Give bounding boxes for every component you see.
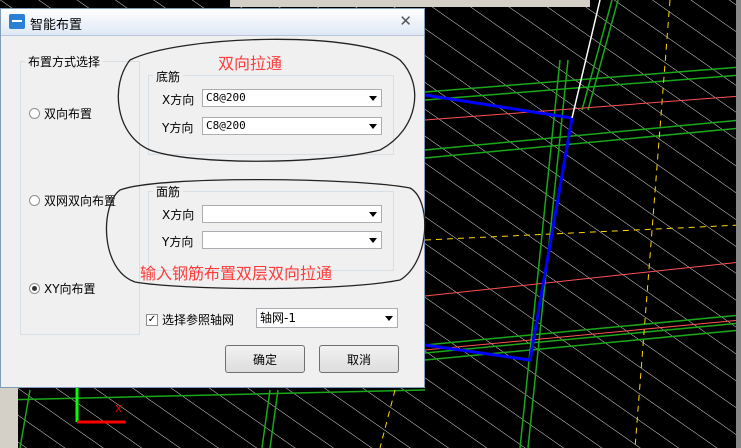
dialog-title: 智能布置 xyxy=(30,18,83,33)
top-rebar-label: 面筋 xyxy=(153,183,184,200)
chevron-down-icon[interactable] xyxy=(369,212,377,217)
bottom-x-value: C8@200 xyxy=(206,91,246,104)
ref-axis-checkbox[interactable]: ✓ 选择参照轴网 xyxy=(146,311,234,328)
close-icon[interactable]: ✕ xyxy=(399,12,412,30)
bottom-y-combo[interactable]: C8@200 xyxy=(202,117,382,135)
axis-select[interactable]: 轴网-1 xyxy=(256,308,398,328)
smart-layout-dialog: 智能布置 ✕ 布置方式选择 双向布置 双网双向布置 XY向布置 底筋 X方向 C… xyxy=(0,8,425,388)
svg-text:X: X xyxy=(115,404,122,415)
chevron-down-icon[interactable] xyxy=(369,124,377,129)
bottom-rebar-label: 底筋 xyxy=(153,68,184,85)
top-y-label: Y方向 xyxy=(162,235,194,249)
radio-xy[interactable]: XY向布置 xyxy=(29,280,96,297)
ok-button[interactable]: 确定 xyxy=(225,345,305,373)
top-y-combo[interactable] xyxy=(202,231,382,249)
radio-xy-dot[interactable] xyxy=(29,283,40,294)
check-icon[interactable]: ✓ xyxy=(146,313,158,326)
dialog-titlebar[interactable]: 智能布置 ✕ xyxy=(1,9,424,36)
chevron-down-icon[interactable] xyxy=(369,238,377,243)
top-x-combo[interactable] xyxy=(202,205,382,223)
bottom-x-combo[interactable]: C8@200 xyxy=(202,89,382,107)
layout-method-group-label: 布置方式选择 xyxy=(25,53,104,70)
ref-axis-checkbox-label: 选择参照轴网 xyxy=(162,313,235,327)
chevron-down-icon[interactable] xyxy=(369,96,377,101)
axis-select-value: 轴网-1 xyxy=(260,311,296,325)
radio-bidirectional-dot[interactable] xyxy=(29,108,40,119)
bottom-y-label: Y方向 xyxy=(162,121,194,135)
radio-bidirectional[interactable]: 双向布置 xyxy=(29,105,92,122)
cancel-button[interactable]: 取消 xyxy=(319,345,399,373)
bottom-y-value: C8@200 xyxy=(206,119,246,132)
radio-double-mesh-label: 双网双向布置 xyxy=(44,194,117,208)
radio-double-mesh-dot[interactable] xyxy=(29,195,40,206)
radio-bidirectional-label: 双向布置 xyxy=(44,107,93,121)
bottom-x-label: X方向 xyxy=(162,93,195,107)
radio-xy-label: XY向布置 xyxy=(44,282,96,296)
annotation-bidirectional-through: 双向拉通 xyxy=(218,54,283,73)
app-icon xyxy=(9,14,25,29)
top-x-label: X方向 xyxy=(162,208,195,222)
chevron-down-icon[interactable] xyxy=(385,316,393,321)
radio-double-mesh[interactable]: 双网双向布置 xyxy=(29,192,116,209)
annotation-double-layer: 输入钢筋布置双层双向拉通 xyxy=(140,264,333,283)
bottom-rebar-group xyxy=(148,75,394,155)
